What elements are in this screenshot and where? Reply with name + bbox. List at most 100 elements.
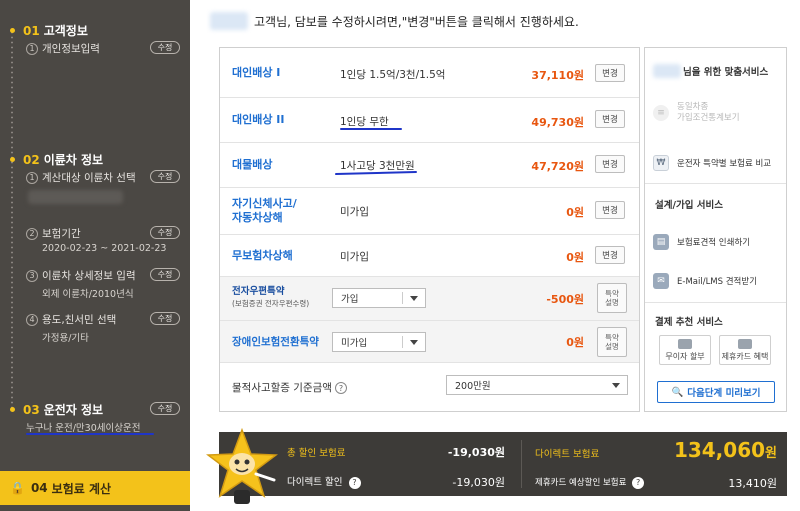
special-title: 전자우편특약 <box>232 286 285 297</box>
damage-base-select[interactable]: 200만원 <box>446 375 628 395</box>
section-driver-info: 03 운전자 정보 <box>10 401 103 418</box>
section-title: 고객정보 <box>43 24 88 38</box>
section-premium-calc: 🔒 04 보험료 계산 <box>0 471 190 505</box>
panel-title-text: 님을 위한 맞춤서비스 <box>683 67 769 78</box>
damage-base-label: 물적사고할증 기준금액 <box>232 382 332 394</box>
rider-info-button[interactable]: 특약 설명 <box>597 327 627 357</box>
custom-service-panel: 님을 위한 맞춤서비스 ≡ 동일차종 가입조건통계보기 ₩ 운전자 특약별 보험… <box>644 47 787 412</box>
step-label: 계산대상 이륜차 선택 <box>42 172 136 184</box>
stats-compare-link[interactable]: ≡ 동일차종 가입조건통계보기 <box>653 102 740 124</box>
rider-compare-link[interactable]: ₩ 운전자 특약별 보험료 비교 <box>653 155 771 171</box>
coverage-row: 무보험차상해 미가입 0원 변경 <box>220 235 639 277</box>
next-step-preview-button[interactable]: 🔍 다음단계 미리보기 <box>657 381 775 403</box>
direct-premium-label: 다이렉트 보험료 <box>535 449 600 460</box>
help-icon[interactable]: ? <box>348 476 361 489</box>
coverage-price: 49,730원 <box>531 116 584 129</box>
progress-sidebar: 01 고객정보 1 개인정보입력 수정 02 이륜차 정보 1 계산대상 이륜차… <box>0 0 190 511</box>
link-label: 보험료견적 인쇄하기 <box>677 238 751 248</box>
coverage-table: 대인배상 I 1인당 1.5억/3천/1.5억 37,110원 변경 대인배상 … <box>219 47 640 412</box>
step-personal-info: 1 개인정보입력 <box>26 41 100 56</box>
chevron-down-icon <box>410 340 418 345</box>
usage-value: 가정용/기타 <box>42 333 89 344</box>
change-button[interactable]: 변경 <box>595 246 625 264</box>
step-number: 2 <box>26 227 38 240</box>
change-button[interactable]: 변경 <box>595 110 625 128</box>
coverage-label: 자기신체사고/ 자동차상해 <box>232 197 297 224</box>
coverage-price: 47,720원 <box>531 160 584 173</box>
direct-premium-value: 134,060 <box>673 438 766 462</box>
print-quote-link[interactable]: ▤ 보험료견적 인쇄하기 <box>653 234 750 250</box>
coverage-desc: 1인당 무한 <box>340 116 389 128</box>
redacted-vehicle-name <box>28 190 123 204</box>
select-separator <box>402 292 403 304</box>
section-number: 01 <box>23 23 40 38</box>
divider <box>521 440 522 488</box>
coverage-row: 대물배상 1사고당 3천만원 47,720원 변경 <box>220 143 639 188</box>
total-discount-label: 총 할인 보험료 <box>287 448 346 459</box>
email-rider-select[interactable]: 가입 <box>332 288 426 308</box>
chevron-down-icon <box>612 383 620 388</box>
damage-base-row: 물적사고할증 기준금액? 200만원 <box>220 363 639 411</box>
coverage-desc: 1인당 1.5억/3천/1.5억 <box>340 69 446 81</box>
link-label: 동일차종 가입조건통계보기 <box>677 102 740 123</box>
step-usage: 4 용도,친서민 선택 <box>26 312 116 327</box>
coverage-label: 대인배상 I <box>232 66 281 79</box>
change-button[interactable]: 변경 <box>595 64 625 82</box>
change-button[interactable]: 변경 <box>595 155 625 173</box>
direct-premium-unit: 원 <box>765 446 777 461</box>
divider <box>645 183 786 184</box>
compare-car-icon: ≡ <box>653 105 669 121</box>
search-icon: 🔍 <box>671 386 684 398</box>
select-separator <box>402 336 403 348</box>
section-number: 03 <box>23 402 40 417</box>
edit-usage-button[interactable]: 수정 <box>150 312 180 325</box>
card-icon <box>738 338 752 349</box>
coin-icon <box>678 338 692 349</box>
step-label: 이륜차 상세정보 입력 <box>42 270 136 282</box>
step-vehicle-select: 1 계산대상 이륜차 선택 <box>26 170 136 185</box>
edit-personal-button[interactable]: 수정 <box>150 41 180 54</box>
damage-base-label-wrap: 물적사고할증 기준금액? <box>232 380 347 395</box>
progress-dot <box>10 407 15 412</box>
direct-discount-label: 다이렉트 할인 <box>287 477 343 488</box>
interest-free-button[interactable]: 무이자 할부 <box>659 335 711 365</box>
coverage-label: 대물배상 <box>232 158 273 171</box>
star-mascot-icon <box>206 428 278 504</box>
edit-vehicle-select-button[interactable]: 수정 <box>150 170 180 183</box>
edit-period-button[interactable]: 수정 <box>150 226 180 239</box>
link-label: E-Mail/LMS 견적받기 <box>677 277 758 287</box>
coverage-label: 대인배상 II <box>232 113 285 126</box>
special-row: 장애인보험전환특약 미가입 0원 특약 설명 <box>220 321 639 363</box>
card-discount-label: 제휴카드 예상할인 보험료 <box>535 478 627 488</box>
email-quote-link[interactable]: ✉ E-Mail/LMS 견적받기 <box>653 273 757 289</box>
card-benefit-button[interactable]: 제휴카드 혜택 <box>719 335 771 365</box>
step-number: 3 <box>26 269 38 282</box>
section-title: 보험료 계산 <box>51 481 112 496</box>
rider-info-button[interactable]: 특약 설명 <box>597 283 627 313</box>
coverage-label: 무보험차상해 <box>232 249 293 262</box>
detail-value: 외제 이륜차/2010년식 <box>42 289 134 300</box>
direct-discount-value: -19,030원 <box>452 476 505 489</box>
panel-title: 님을 위한 맞춤서비스 <box>653 64 768 78</box>
premium-summary: 총 할인 보험료 -19,030원 다이렉트 할인 ? -19,030원 다이렉… <box>219 432 787 496</box>
help-icon[interactable]: ? <box>632 476 645 489</box>
coverage-price: 37,110원 <box>531 69 584 82</box>
driver-value: 누구나 운전/만30세이상운전 <box>26 423 141 434</box>
annotation-underline <box>340 128 402 130</box>
period-value: 2020-02-23 ~ 2021-02-23 <box>42 243 167 254</box>
change-button[interactable]: 변경 <box>595 201 625 219</box>
disability-rider-select[interactable]: 미가입 <box>332 332 426 352</box>
help-icon[interactable]: ? <box>334 382 347 394</box>
button-label: 제휴카드 혜택 <box>721 351 769 361</box>
progress-dot <box>10 157 15 162</box>
chevron-down-icon <box>410 296 418 301</box>
total-discount-value: -19,030원 <box>447 446 505 459</box>
edit-detail-button[interactable]: 수정 <box>150 268 180 281</box>
edit-driver-button[interactable]: 수정 <box>150 402 180 415</box>
section-title: 운전자 정보 <box>43 403 104 417</box>
special-label: 전자우편특약 (보험증권 전자우편수령) <box>232 286 309 310</box>
mail-icon: ✉ <box>653 273 669 289</box>
annotation-underline <box>26 433 154 435</box>
card-discount-label-wrap: 제휴카드 예상할인 보험료 ? <box>535 476 645 489</box>
direct-discount-label-wrap: 다이렉트 할인 ? <box>287 474 361 489</box>
